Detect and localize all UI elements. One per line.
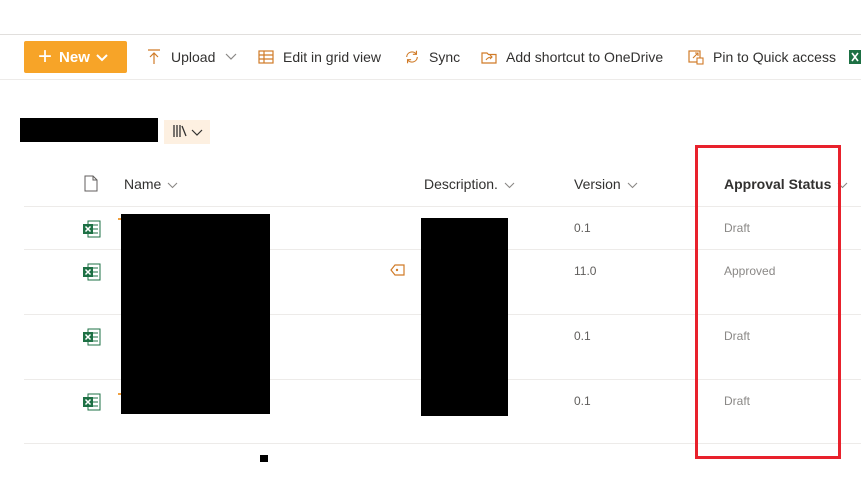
excel-file-icon (82, 262, 102, 282)
column-header-name-label: Name (124, 176, 162, 192)
descriptions-redacted (421, 218, 508, 416)
pin-quick-access-button[interactable]: Pin to Quick access (688, 46, 836, 68)
chevron-down-icon (191, 125, 203, 140)
sync-icon (404, 49, 420, 65)
pin-icon (688, 49, 704, 65)
new-button-label: New (59, 48, 90, 66)
chevron-down-icon (96, 49, 108, 66)
excel-icon (848, 49, 861, 65)
approval-status-highlight-box (695, 145, 841, 459)
chevron-down-icon (504, 176, 515, 192)
version-cell: 0.1 (574, 394, 591, 408)
chevron-down-icon (167, 176, 178, 192)
chevron-down-icon (627, 176, 638, 192)
library-title-redacted (20, 118, 158, 142)
column-header-name[interactable]: Name (124, 176, 178, 192)
version-cell: 0.1 (574, 221, 591, 235)
view-switcher-button[interactable] (164, 120, 210, 144)
edit-grid-button[interactable]: Edit in grid view (258, 46, 381, 68)
edit-grid-label: Edit in grid view (283, 49, 382, 65)
new-button[interactable]: + New (24, 41, 127, 73)
version-cell: 0.1 (574, 329, 591, 343)
chevron-down-icon (225, 53, 237, 61)
redaction-mark (260, 455, 268, 462)
excel-file-icon (82, 327, 102, 347)
excel-export-button[interactable] (848, 46, 861, 68)
file-type-icon[interactable] (84, 175, 98, 192)
grid-icon (258, 49, 274, 65)
column-header-version-label: Version (574, 176, 621, 192)
add-shortcut-label: Add shortcut to OneDrive (506, 49, 664, 65)
shortcut-icon (481, 49, 497, 65)
add-shortcut-button[interactable]: Add shortcut to OneDrive (481, 46, 663, 68)
excel-file-icon (82, 219, 102, 239)
upload-button[interactable]: Upload (146, 46, 237, 68)
version-cell: 11.0 (574, 264, 597, 278)
column-header-version[interactable]: Version (574, 176, 638, 192)
pin-quick-access-label: Pin to Quick access (713, 49, 836, 65)
plus-icon: + (38, 43, 53, 70)
command-bar: + New Upload Edit in grid view Sync Add … (0, 35, 861, 80)
tag-icon[interactable] (390, 263, 406, 277)
file-names-redacted (121, 214, 270, 414)
sync-button[interactable]: Sync (404, 46, 460, 68)
top-header-bar (0, 0, 861, 35)
library-view-icon (172, 124, 188, 141)
upload-icon (146, 49, 162, 65)
excel-file-icon (82, 392, 102, 412)
column-header-description[interactable]: Description. (424, 176, 515, 192)
sync-label: Sync (429, 49, 461, 65)
column-header-description-label: Description. (424, 176, 498, 192)
upload-label: Upload (171, 49, 216, 65)
